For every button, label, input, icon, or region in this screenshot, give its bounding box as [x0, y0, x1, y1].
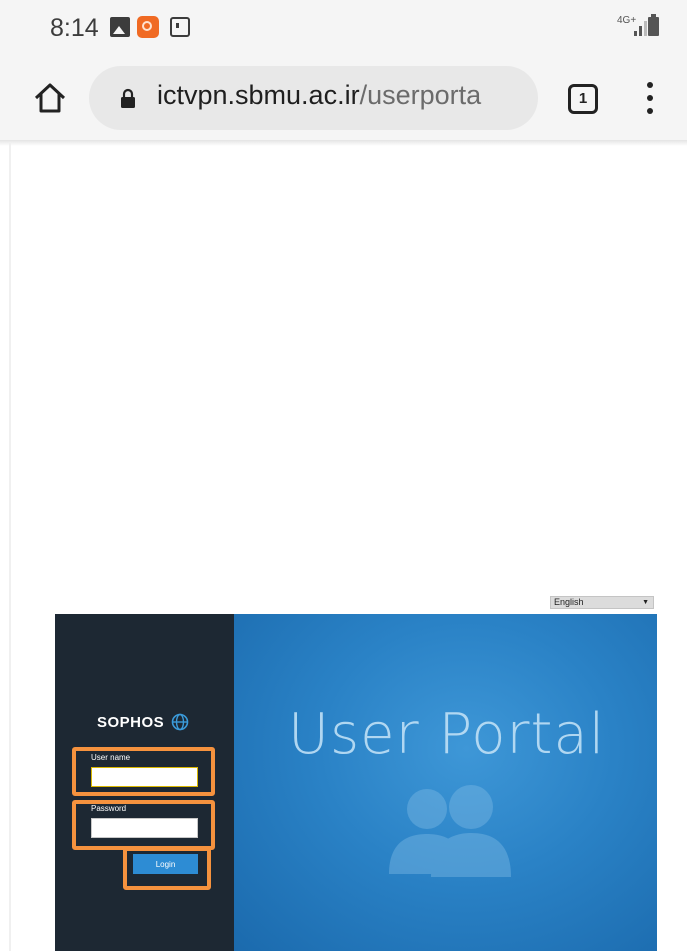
toolbar-shadow — [0, 140, 687, 146]
password-input[interactable] — [91, 818, 198, 838]
url-host: ictvpn.sbmu.ac.ir — [157, 80, 360, 110]
login-panel: SOPHOS User name Password Login — [55, 614, 234, 951]
tab-switcher-button[interactable]: 1 — [568, 84, 598, 114]
screen-icon — [170, 17, 190, 37]
password-label: Password — [91, 804, 127, 813]
username-label: User name — [91, 753, 131, 762]
portal-title: User Portal — [288, 702, 606, 767]
globe-icon — [171, 713, 189, 731]
battery-icon — [648, 14, 659, 36]
url-text[interactable]: ictvpn.sbmu.ac.ir/userporta — [157, 80, 537, 111]
home-icon[interactable] — [32, 80, 68, 116]
language-select[interactable]: English ▼ — [550, 596, 654, 609]
language-value: English — [554, 597, 584, 607]
address-bar[interactable]: ictvpn.sbmu.ac.ir/userporta — [89, 66, 538, 130]
more-menu-icon[interactable] — [640, 80, 660, 116]
sophos-logo: SOPHOS — [97, 714, 165, 731]
page-edge — [9, 142, 11, 951]
gallery-icon — [110, 17, 130, 37]
url-path: /userporta — [359, 80, 482, 110]
login-button[interactable]: Login — [133, 854, 198, 874]
status-bar: 8:14 4G+ — [0, 0, 687, 58]
lock-icon[interactable] — [121, 88, 135, 108]
portal-banner: User Portal — [234, 614, 657, 951]
status-time: 8:14 — [50, 14, 99, 42]
app-notification-icon — [137, 16, 159, 38]
username-input[interactable] — [91, 767, 198, 787]
users-icon — [389, 785, 511, 877]
dropdown-arrow-icon: ▼ — [642, 599, 649, 606]
browser-toolbar: ictvpn.sbmu.ac.ir/userporta 1 — [0, 58, 687, 140]
user-portal-panel: SOPHOS User name Password Login User Por… — [55, 614, 657, 951]
